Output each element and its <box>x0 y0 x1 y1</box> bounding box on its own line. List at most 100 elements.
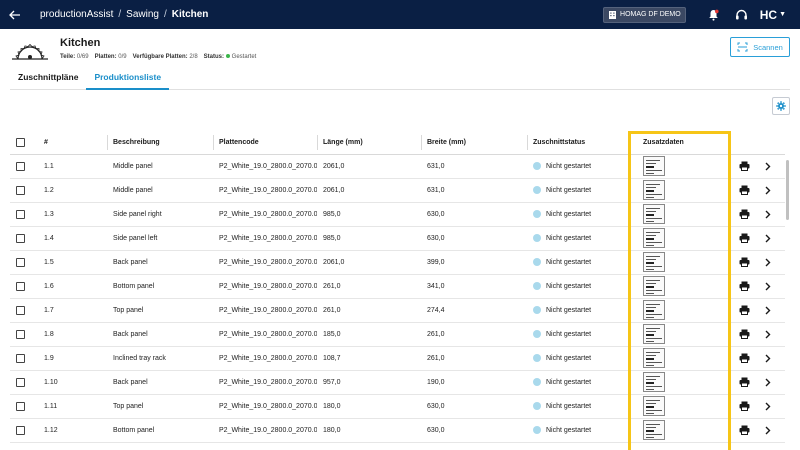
row-additional-data-cell <box>633 250 733 275</box>
row-checkbox[interactable] <box>16 233 25 243</box>
chevron-right-icon[interactable] <box>765 426 785 435</box>
row-checkbox[interactable] <box>16 257 25 267</box>
print-icon[interactable] <box>739 257 759 267</box>
column-header-length[interactable]: Länge (mm) <box>317 131 421 155</box>
table-row[interactable]: 1.12 Bottom panel P2_White_19.0_2800.0_207… <box>10 418 785 443</box>
row-checkbox[interactable] <box>16 329 25 339</box>
chevron-down-icon: ▼ <box>779 11 786 18</box>
table-row[interactable]: 1.9 Inclined tray rack P2_White_19.0_2800.… <box>10 346 785 371</box>
bell-icon[interactable] <box>700 9 728 21</box>
chevron-right-icon[interactable] <box>765 234 785 243</box>
chevron-right-icon[interactable] <box>765 258 785 267</box>
column-header-description[interactable]: Beschreibung <box>107 131 213 155</box>
scrollbar-thumb[interactable] <box>786 160 789 220</box>
column-divider <box>421 135 422 150</box>
row-open-cell <box>759 394 785 419</box>
brand-logo: HC <box>759 7 778 22</box>
settings-button[interactable] <box>772 97 790 115</box>
row-status-cell: Nicht gestartet <box>527 226 633 251</box>
label-thumbnail[interactable] <box>643 204 665 224</box>
row-print-cell <box>733 226 759 251</box>
chevron-right-icon[interactable] <box>765 402 785 411</box>
label-thumbnail[interactable] <box>643 252 665 272</box>
print-icon[interactable] <box>739 281 759 291</box>
row-checkbox[interactable] <box>16 353 25 363</box>
chevron-right-icon[interactable] <box>765 330 785 339</box>
row-print-cell <box>733 154 759 179</box>
table-row[interactable]: 1.3 Side panel right P2_White_19.0_2800.0_… <box>10 202 785 227</box>
column-header-cutting-status[interactable]: Zuschnittstatus <box>527 131 633 155</box>
label-thumbnail[interactable] <box>643 396 665 416</box>
chevron-right-icon[interactable] <box>765 162 785 171</box>
row-status: Nicht gestartet <box>546 210 592 218</box>
scan-button[interactable]: Scannen <box>730 37 790 57</box>
print-icon[interactable] <box>739 377 759 387</box>
row-checkbox[interactable] <box>16 305 25 315</box>
print-icon[interactable] <box>739 329 759 339</box>
table-row[interactable]: 1.1 Middle panel P2_White_19.0_2800.0_2070… <box>10 154 785 179</box>
chevron-right-icon[interactable] <box>765 354 785 363</box>
row-description: Bottom panel <box>107 274 213 299</box>
print-icon[interactable] <box>739 353 759 363</box>
row-checkbox[interactable] <box>16 377 25 387</box>
label-thumbnail[interactable] <box>643 276 665 296</box>
row-checkbox[interactable] <box>16 185 25 195</box>
print-icon[interactable] <box>739 185 759 195</box>
row-additional-data-cell <box>633 346 733 371</box>
label-thumbnail[interactable] <box>643 324 665 344</box>
row-status-cell: Nicht gestartet <box>527 370 633 395</box>
label-thumbnail[interactable] <box>643 420 665 440</box>
print-icon[interactable] <box>739 401 759 411</box>
row-open-cell <box>759 346 785 371</box>
scan-button-label: Scannen <box>753 42 783 52</box>
print-icon[interactable] <box>739 425 759 435</box>
print-icon[interactable] <box>739 305 759 315</box>
tab-production-list[interactable]: Produktionsliste <box>86 66 170 90</box>
row-checkbox[interactable] <box>16 401 25 411</box>
table-row[interactable]: 1.8 Back panel P2_White_19.0_2800.0_2070.0… <box>10 322 785 347</box>
column-header-width[interactable]: Breite (mm) <box>421 131 527 155</box>
label-thumbnail[interactable] <box>643 348 665 368</box>
table-row[interactable]: 1.6 Bottom panel P2_White_19.0_2800.0_2070… <box>10 274 785 299</box>
row-checkbox[interactable] <box>16 425 25 435</box>
chevron-right-icon[interactable] <box>765 282 785 291</box>
back-arrow-icon[interactable] <box>0 0 30 29</box>
label-thumbnail[interactable] <box>643 300 665 320</box>
support-icon[interactable] <box>728 9 756 21</box>
column-header-id[interactable]: # <box>30 131 107 155</box>
column-header-print <box>733 131 759 155</box>
brand-menu[interactable]: HC ▼ <box>760 8 786 22</box>
print-icon[interactable] <box>739 209 759 219</box>
row-checkbox[interactable] <box>16 281 25 291</box>
tab-cutting-plans[interactable]: Zuschnittpläne <box>10 66 86 90</box>
chevron-right-icon[interactable] <box>765 186 785 195</box>
column-header-board-code[interactable]: Plattencode <box>213 131 317 155</box>
table-row[interactable]: 1.4 Side panel left P2_White_19.0_2800.0_2… <box>10 226 785 251</box>
label-thumbnail[interactable] <box>643 228 665 248</box>
row-checkbox[interactable] <box>16 209 25 219</box>
table-row[interactable]: 1.2 Middle panel P2_White_19.0_2800.0_2070… <box>10 178 785 203</box>
row-additional-data-cell <box>633 298 733 323</box>
building-icon <box>609 11 617 19</box>
print-icon[interactable] <box>739 161 759 171</box>
breadcrumb-sawing[interactable]: Sawing <box>126 9 159 20</box>
row-board-code: P2_White_19.0_2800.0_2070.0 <box>213 154 317 179</box>
status-dot-icon <box>225 54 230 58</box>
chevron-right-icon[interactable] <box>765 306 785 315</box>
row-checkbox[interactable] <box>16 161 25 171</box>
chevron-right-icon[interactable] <box>765 378 785 387</box>
table-row[interactable]: 1.5 Back panel P2_White_19.0_2800.0_2070.0… <box>10 250 785 275</box>
tenant-selector[interactable]: HOMAG DF DEMO <box>603 6 686 23</box>
breadcrumb-app[interactable]: productionAssist <box>40 9 113 20</box>
column-header-additional-data[interactable]: Zusatzdaten <box>633 131 733 155</box>
chevron-right-icon[interactable] <box>765 210 785 219</box>
print-icon[interactable] <box>739 233 759 243</box>
label-thumbnail[interactable] <box>643 180 665 200</box>
table-row[interactable]: 1.7 Top panel P2_White_19.0_2800.0_2070.0 2… <box>10 298 785 323</box>
row-board-code: P2_White_19.0_2800.0_2070.0 <box>213 394 317 419</box>
table-row[interactable]: 1.11 Top panel P2_White_19.0_2800.0_2070.0… <box>10 394 785 419</box>
label-thumbnail[interactable] <box>643 156 665 176</box>
select-all-checkbox[interactable] <box>16 137 25 147</box>
label-thumbnail[interactable] <box>643 372 665 392</box>
table-row[interactable]: 1.10 Back panel P2_White_19.0_2800.0_2070.… <box>10 370 785 395</box>
